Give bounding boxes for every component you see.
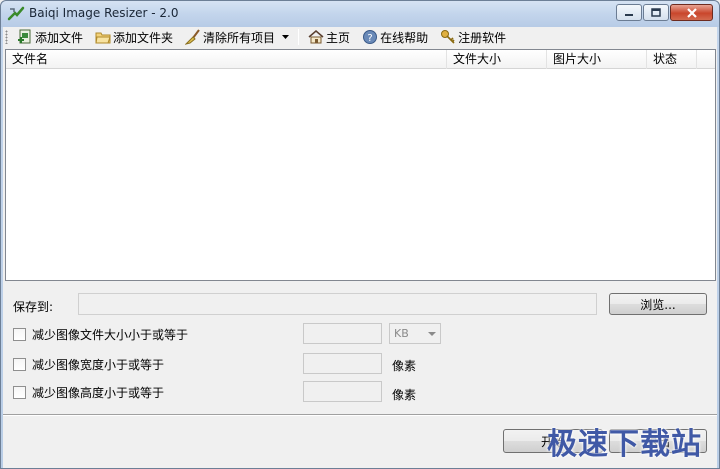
option-filesize-unit-select[interactable]: KB: [389, 323, 441, 344]
option-filesize-row: 减少图像文件大小小于或等于: [13, 324, 188, 344]
register-label: 注册软件: [458, 30, 507, 45]
minimize-icon: [625, 13, 633, 16]
toolbar: 添加文件 添加文件夹 清除所有项目 主页 ? 在线帮助 注册软件: [3, 27, 717, 47]
close-icon: [686, 7, 697, 18]
site-watermark: 极速下载站: [547, 427, 702, 462]
column-header-filename[interactable]: 文件名: [6, 50, 447, 69]
maximize-icon: [651, 8, 661, 17]
column-header-status[interactable]: 状态: [647, 50, 697, 69]
toolbar-grip[interactable]: [5, 30, 8, 44]
add-folder-button[interactable]: 添加文件夹: [92, 28, 176, 46]
online-help-button[interactable]: ? 在线帮助: [359, 28, 431, 46]
svg-text:?: ?: [367, 33, 372, 44]
option-width-row: 减少图像宽度小于或等于: [13, 354, 164, 374]
option-height-row: 减少图像高度小于或等于: [13, 382, 164, 402]
option-filesize-checkbox[interactable]: [13, 327, 26, 341]
column-header-imagesize[interactable]: 图片大小: [547, 50, 647, 69]
save-to-label: 保存到:: [13, 300, 54, 314]
clear-options-dropdown[interactable]: [280, 28, 290, 46]
option-height-checkbox[interactable]: [13, 385, 26, 399]
home-label: 主页: [326, 30, 351, 45]
option-filesize-input[interactable]: [303, 323, 382, 344]
close-button[interactable]: [670, 4, 713, 21]
clear-all-label: 清除所有项目: [203, 30, 276, 45]
option-width-unit: 像素: [392, 359, 417, 373]
save-path-input[interactable]: [78, 293, 597, 315]
maximize-button[interactable]: [643, 4, 669, 21]
app-window: Baiqi Image Resizer - 2.0 添加文件 添加文件夹 清除所…: [0, 0, 720, 469]
home-button[interactable]: 主页: [305, 28, 353, 46]
help-icon: ?: [362, 29, 378, 45]
client-area: 添加文件 添加文件夹 清除所有项目 主页 ? 在线帮助 注册软件 文件名 文件大…: [3, 27, 717, 468]
add-file-button[interactable]: 添加文件: [14, 28, 86, 46]
broom-icon: [184, 29, 201, 45]
chevron-down-icon: [428, 332, 436, 336]
file-list-header: 文件名 文件大小 图片大小 状态: [6, 50, 715, 69]
title-bar[interactable]: Baiqi Image Resizer - 2.0: [1, 1, 719, 27]
online-help-label: 在线帮助: [380, 30, 429, 45]
add-file-label: 添加文件: [35, 30, 84, 45]
add-folder-icon: [95, 29, 111, 45]
browse-button[interactable]: 浏览...: [609, 293, 707, 315]
option-filesize-label: 减少图像文件大小小于或等于: [32, 327, 189, 342]
option-height-label: 减少图像高度小于或等于: [32, 385, 165, 400]
add-folder-label: 添加文件夹: [113, 30, 174, 45]
option-filesize-unit-value: KB: [394, 327, 409, 340]
window-title: Baiqi Image Resizer - 2.0: [29, 6, 179, 20]
key-icon: [440, 29, 456, 45]
app-logo-icon: [7, 5, 25, 23]
toolbar-separator: [298, 29, 300, 45]
register-button[interactable]: 注册软件: [437, 28, 509, 46]
option-height-unit: 像素: [392, 388, 417, 402]
chevron-down-icon: [281, 35, 289, 39]
clear-all-button[interactable]: 清除所有项目: [182, 28, 278, 46]
column-header-filesize[interactable]: 文件大小: [447, 50, 547, 69]
add-file-icon: [17, 29, 33, 45]
option-height-input[interactable]: [303, 381, 382, 402]
caption-buttons: [616, 4, 713, 21]
option-width-checkbox[interactable]: [13, 357, 26, 371]
home-icon: [308, 29, 324, 45]
option-width-input[interactable]: [303, 353, 382, 374]
bottom-divider: [3, 414, 717, 416]
minimize-button[interactable]: [616, 4, 642, 21]
file-list[interactable]: 文件名 文件大小 图片大小 状态: [5, 49, 716, 281]
option-width-label: 减少图像宽度小于或等于: [32, 357, 165, 372]
